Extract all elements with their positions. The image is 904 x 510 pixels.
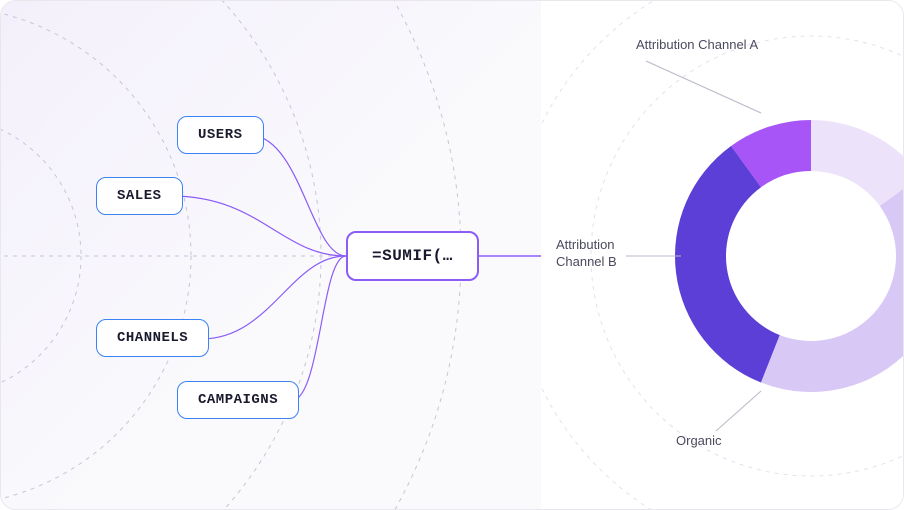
chart-label-a: Attribution Channel A (636, 37, 758, 54)
donut-chart (641, 86, 904, 426)
node-users: USERS (177, 116, 264, 154)
node-sales-label: SALES (117, 188, 162, 204)
node-channels-label: CHANNELS (117, 330, 188, 346)
diagram-container: USERS SALES CHANNELS CAMPAIGNS =SUMIF(… (0, 0, 904, 510)
node-users-label: USERS (198, 127, 243, 143)
chart-label-b: Attribution Channel B (556, 237, 631, 271)
right-panel: Attribution Channel A Attribution Channe… (541, 1, 903, 509)
node-campaigns-label: CAMPAIGNS (198, 392, 278, 408)
left-panel: USERS SALES CHANNELS CAMPAIGNS =SUMIF(… (1, 1, 541, 509)
node-channels: CHANNELS (96, 319, 209, 357)
node-campaigns: CAMPAIGNS (177, 381, 299, 419)
chart-label-organic: Organic (676, 433, 722, 450)
node-sales: SALES (96, 177, 183, 215)
node-formula: =SUMIF(… (346, 231, 479, 281)
node-formula-label: =SUMIF(… (372, 247, 453, 265)
